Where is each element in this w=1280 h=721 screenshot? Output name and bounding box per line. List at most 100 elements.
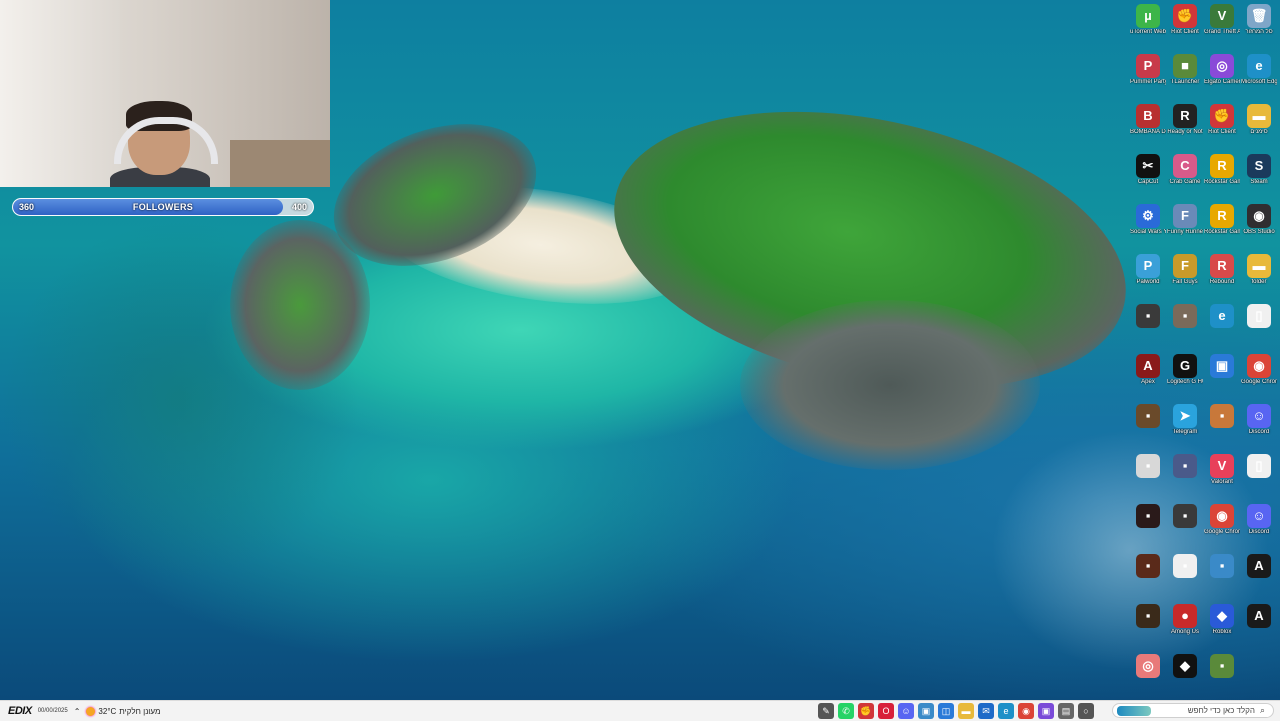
cortana-icon[interactable]: ○: [1078, 703, 1094, 719]
desktop-icon[interactable]: P Pummel Party: [1130, 52, 1166, 100]
desktop-icon[interactable]: ✊ Riot Client: [1204, 102, 1240, 150]
desktop-icon[interactable]: ▪: [1167, 502, 1203, 550]
riot-icon[interactable]: ✊: [858, 703, 874, 719]
desktop-icon[interactable]: ▪: [1130, 302, 1166, 350]
search-highlight-image: [1117, 706, 1151, 716]
whatsapp-icon[interactable]: ✆: [838, 703, 854, 719]
desktop-icon[interactable]: ▪: [1167, 452, 1203, 500]
game-icon: ▪: [1173, 554, 1197, 578]
app-icon[interactable]: ▣: [918, 703, 934, 719]
desktop-icon[interactable]: ▯: [1241, 452, 1277, 500]
desktop-icon[interactable]: RRockstar Games L...: [1204, 152, 1240, 200]
desktop-icon[interactable]: ▪: [1204, 552, 1240, 600]
desktop-icon-label: OBS Studio: [1243, 229, 1275, 235]
file-explorer-icon[interactable]: ▬: [958, 703, 974, 719]
desktop-icon[interactable]: S Steam: [1241, 152, 1277, 200]
desktop-icon[interactable]: ◆ Roblox: [1204, 602, 1240, 650]
desktop-icon-label: Funny Runners: [1167, 229, 1203, 235]
game-icon: A: [1136, 354, 1160, 378]
weather-text: מעונן חלקית: [119, 706, 161, 716]
desktop-icon[interactable]: ◉ OBS Studio: [1241, 202, 1277, 250]
weather-widget[interactable]: 32°C מעונן חלקית: [86, 706, 161, 716]
desktop-icon[interactable]: ▪: [1130, 452, 1166, 500]
desktop-icon[interactable]: ◉Google Chrome: [1204, 502, 1240, 550]
desktop-icon[interactable]: ▬ folder: [1241, 252, 1277, 300]
crab-game-icon: C: [1173, 154, 1197, 178]
desktop-icon[interactable]: ▪: [1204, 402, 1240, 450]
app-icon[interactable]: ▣: [1038, 703, 1054, 719]
desktop-icon[interactable]: ▪: [1130, 502, 1166, 550]
desktop-icon[interactable]: P Palworld: [1130, 252, 1166, 300]
desktop-icon[interactable]: GLogitech G HUB: [1167, 352, 1203, 400]
stream-brand: EDIX: [8, 705, 32, 717]
follower-goal-current: 360: [19, 202, 35, 212]
desktop-icon[interactable]: 🗑 סל המחזור: [1241, 2, 1277, 50]
desktop-icon[interactable]: eMicrosoft Edge: [1241, 52, 1277, 100]
desktop-icon[interactable]: RRockstar Games L...: [1204, 202, 1240, 250]
game-icon: F: [1173, 204, 1197, 228]
desktop-icon[interactable]: ▪: [1130, 402, 1166, 450]
desktop-icon[interactable]: FFunny Runners: [1167, 202, 1203, 250]
desktop-icon[interactable]: F Fall Guys: [1167, 252, 1203, 300]
desktop-icon[interactable]: BBOMBANA Demo: [1130, 102, 1166, 150]
desktop-icon[interactable]: ◎: [1130, 652, 1166, 700]
recycle-bin-icon: 🗑: [1247, 4, 1271, 28]
chrome-icon[interactable]: ◉: [1018, 703, 1034, 719]
game-icon: ▪: [1136, 304, 1160, 328]
desktop-icon[interactable]: V Valorant: [1204, 452, 1240, 500]
desktop-icon[interactable]: ⚙Social Wars Your Friends: [1130, 202, 1166, 250]
webcam-streamer: [110, 95, 218, 187]
desktop-icon[interactable]: ◆: [1167, 652, 1203, 700]
desktop-icon[interactable]: ▬ סימנים: [1241, 102, 1277, 150]
opera-icon[interactable]: O: [878, 703, 894, 719]
taskbar-search[interactable]: הקלד כאן כדי לחפש ⌕: [1112, 703, 1274, 718]
desktop-icon[interactable]: VGrand Theft Auto V Le...: [1204, 2, 1240, 50]
desktop-icon[interactable]: ➤ Telegram: [1167, 402, 1203, 450]
desktop-icon[interactable]: R Rebound: [1204, 252, 1240, 300]
task-view-icon[interactable]: ▤: [1058, 703, 1074, 719]
folder-icon: ▬: [1247, 104, 1271, 128]
desktop-icon[interactable]: ▪: [1204, 652, 1240, 700]
desktop-icon[interactable]: ■ TLauncher: [1167, 52, 1203, 100]
desktop-icon-label: Telegram: [1172, 429, 1198, 435]
desktop-icon[interactable]: ✂ CapCut: [1130, 152, 1166, 200]
desktop-icon[interactable]: A: [1241, 552, 1277, 600]
desktop-icon[interactable]: ● Among Us: [1167, 602, 1203, 650]
desktop-icon[interactable]: e: [1204, 302, 1240, 350]
desktop-icon[interactable]: A Apex: [1130, 352, 1166, 400]
game-icon: ▪: [1136, 604, 1160, 628]
desktop-icon-label: TLauncher: [1170, 79, 1200, 85]
folder-icon: ▬: [1247, 254, 1271, 278]
chevron-up-icon[interactable]: ⌃: [74, 707, 81, 716]
desktop-icon[interactable]: ◉Google Chrome: [1241, 352, 1277, 400]
search-input[interactable]: הקלד כאן כדי לחפש: [1188, 706, 1255, 715]
tlauncher-icon: ■: [1173, 54, 1197, 78]
desktop-icon[interactable]: ▯: [1241, 302, 1277, 350]
riot-icon: ✊: [1173, 4, 1197, 28]
desktop-icon[interactable]: ▣: [1204, 352, 1240, 400]
desktop-icon[interactable]: ☺ Discord: [1241, 502, 1277, 550]
chrome-icon: ◉: [1247, 354, 1271, 378]
discord-icon[interactable]: ☺: [898, 703, 914, 719]
mail-icon[interactable]: ✉: [978, 703, 994, 719]
brand-logo: EDIX: [8, 705, 32, 717]
desktop-icon[interactable]: C Crab Game: [1167, 152, 1203, 200]
desktop-icon-label: Rebound: [1209, 279, 1235, 285]
desktop-icon[interactable]: ▪: [1130, 602, 1166, 650]
desktop-icon[interactable]: ☺ Discord: [1241, 402, 1277, 450]
desktop-icon[interactable]: µ uTorrent Web: [1130, 2, 1166, 50]
desktop-icon[interactable]: ▪: [1130, 552, 1166, 600]
desktop-icon[interactable]: ✊ Riot Client: [1167, 2, 1203, 50]
desktop-icon[interactable]: A: [1241, 602, 1277, 650]
desktop-icon[interactable]: ▪: [1167, 302, 1203, 350]
store-icon[interactable]: ◫: [938, 703, 954, 719]
game-icon: A: [1247, 554, 1271, 578]
taskbar-apps: ✎ ✆ ✊ O ☺ ▣ ◫ ▬ ✉ e ◉ ▣ ▤ ○: [818, 703, 1094, 719]
edge-icon[interactable]: e: [998, 703, 1014, 719]
desktop-icon[interactable]: ◎Elgato Camera Hub: [1204, 52, 1240, 100]
desktop-icon[interactable]: ▪: [1167, 552, 1203, 600]
rockstar-icon: R: [1210, 154, 1234, 178]
desktop-icon-label: Fall Guys: [1172, 279, 1198, 285]
pen-icon[interactable]: ✎: [818, 703, 834, 719]
desktop-icon[interactable]: R Ready or Not: [1167, 102, 1203, 150]
